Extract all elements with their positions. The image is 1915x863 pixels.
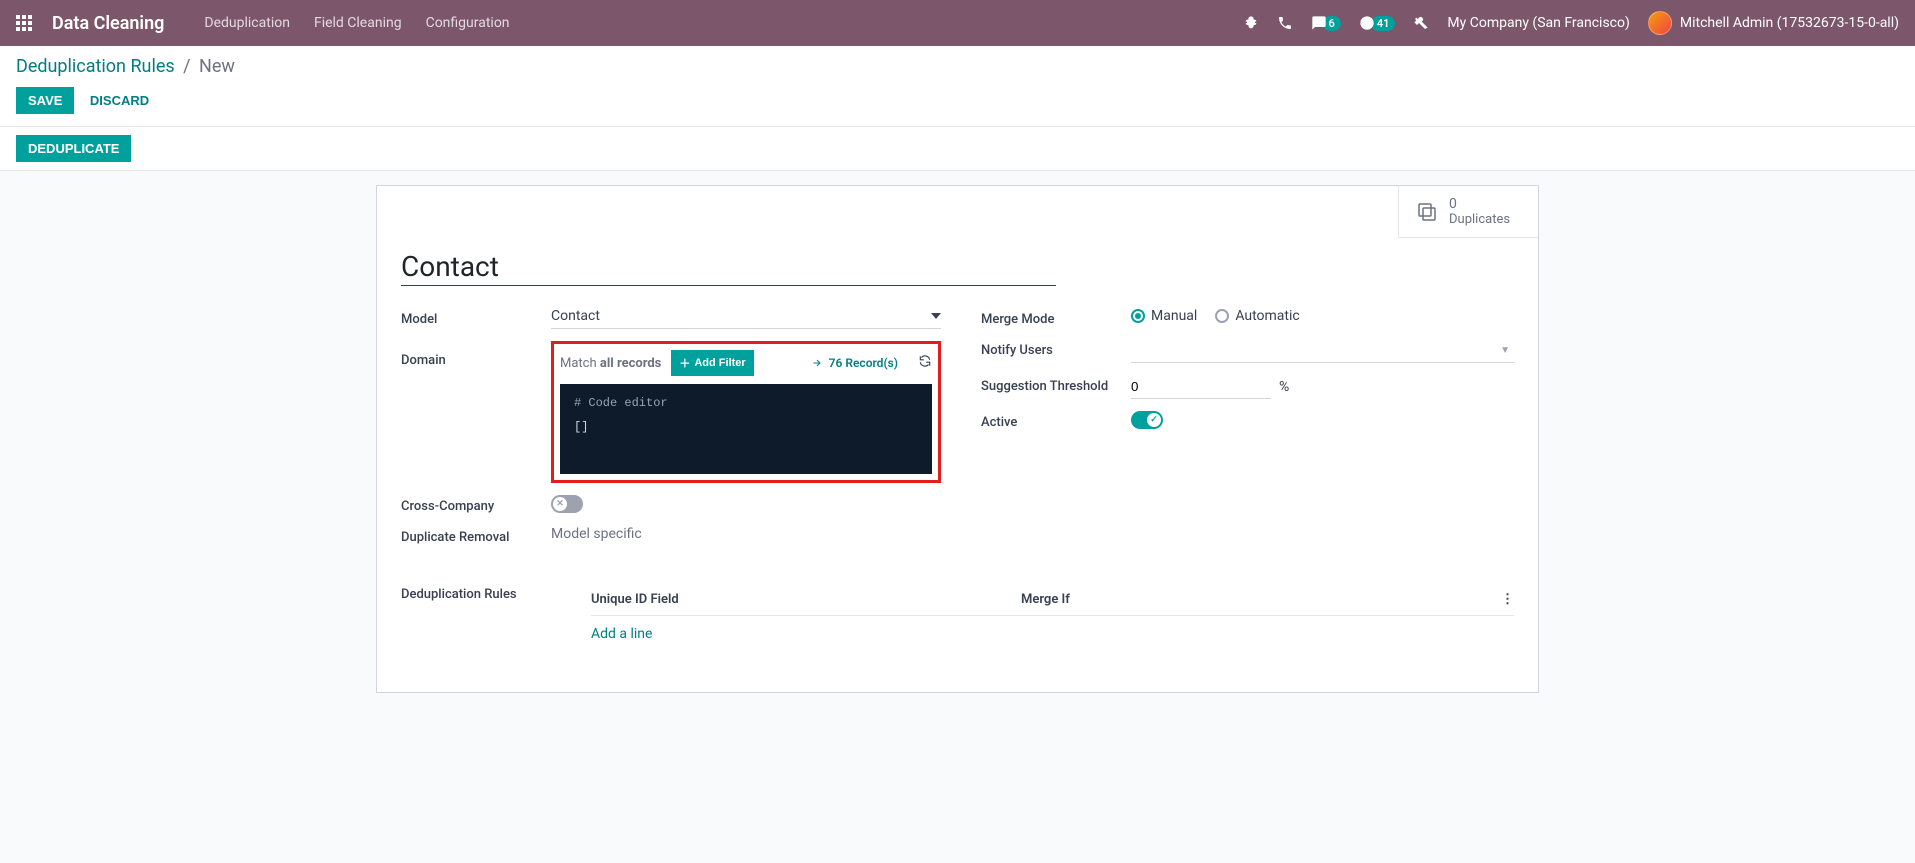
deduplicate-button[interactable]: Deduplicate (16, 135, 131, 162)
rules-table: Unique ID Field Merge If ⋮ Add a line (591, 584, 1514, 652)
breadcrumb: Deduplication Rules / New (16, 56, 1899, 77)
active-toggle[interactable]: ✓ (1131, 411, 1163, 429)
duplicates-label: Duplicates (1449, 212, 1510, 227)
stat-text: 0 Duplicates (1449, 196, 1510, 227)
copy-icon (1415, 200, 1439, 224)
model-value: Contact (551, 308, 931, 324)
model-field-row: Model Contact (401, 308, 941, 329)
record-title[interactable]: Contact (401, 250, 1056, 286)
cross-company-label: Cross-Company (401, 495, 551, 514)
form-columns: Model Contact Domain Match all r (401, 308, 1514, 557)
user-name: Mitchell Admin (17532673-15-0-all) (1680, 15, 1899, 31)
chat-icon (1311, 15, 1327, 31)
col-menu-kebab[interactable]: ⋮ (1484, 592, 1514, 607)
caret-down-icon (931, 313, 941, 319)
plus-icon: ＋ (679, 355, 690, 371)
duplicates-stat-button[interactable]: 0 Duplicates (1398, 186, 1538, 238)
model-label: Model (401, 308, 551, 327)
records-link[interactable]: 76 Record(s) (811, 356, 898, 370)
threshold-row: Suggestion Threshold % (981, 375, 1514, 399)
merge-mode-label: Merge Mode (981, 308, 1131, 327)
code-body: [] (574, 420, 918, 434)
radio-circle (1215, 309, 1229, 323)
code-comment: # Code editor (574, 396, 918, 410)
sheet-body: Contact Model Contact Doma (377, 186, 1538, 692)
app-title[interactable]: Data Cleaning (52, 13, 164, 34)
domain-label: Domain (401, 349, 551, 368)
navbar-left: Data Cleaning Deduplication Field Cleani… (16, 13, 510, 34)
breadcrumb-separator: / (183, 56, 190, 77)
col-unique-header: Unique ID Field (591, 592, 1021, 607)
right-column: Merge Mode Manual Automatic (981, 308, 1514, 557)
toggle-knob: ✕ (553, 497, 567, 511)
navbar-right: 6 41 My Company (San Francisco) Mitchell… (1243, 11, 1899, 35)
company-switcher[interactable]: My Company (San Francisco) (1447, 15, 1629, 31)
left-column: Model Contact Domain Match all r (401, 308, 941, 557)
duplicate-removal-label: Duplicate Removal (401, 526, 551, 545)
threshold-suffix: % (1279, 379, 1289, 395)
nav-item-field-cleaning[interactable]: Field Cleaning (314, 15, 402, 31)
rules-table-header: Unique ID Field Merge If ⋮ (591, 584, 1514, 616)
form-wrapper: 0 Duplicates Contact Model Contact (0, 171, 1915, 693)
tools-icon[interactable] (1413, 15, 1429, 31)
arrow-right-icon (811, 357, 823, 369)
add-line-link[interactable]: Add a line (591, 626, 652, 642)
notify-users-input[interactable] (1131, 339, 1514, 363)
control-bar: Deduplication Rules / New Save Discard (0, 46, 1915, 127)
domain-field-row: Domain Match all records ＋ Add Filter (401, 341, 941, 483)
nav-item-deduplication[interactable]: Deduplication (204, 15, 290, 31)
radio-manual[interactable]: Manual (1131, 308, 1197, 324)
clock-icon (1359, 15, 1375, 31)
phone-icon[interactable] (1277, 15, 1293, 31)
rules-table-body: Add a line (591, 616, 1514, 652)
domain-box: Match all records ＋ Add Filter 76 Record… (551, 341, 941, 483)
nav-item-configuration[interactable]: Configuration (426, 15, 510, 31)
add-filter-button[interactable]: ＋ Add Filter (671, 350, 753, 376)
nav-menu: Deduplication Field Cleaning Configurati… (204, 15, 509, 31)
bug-icon[interactable] (1243, 15, 1259, 31)
avatar (1648, 11, 1672, 35)
user-menu[interactable]: Mitchell Admin (17532673-15-0-all) (1648, 11, 1899, 35)
col-merge-header: Merge If (1021, 592, 1484, 607)
model-field[interactable]: Contact (551, 308, 941, 329)
threshold-label: Suggestion Threshold (981, 375, 1131, 394)
active-row: Active ✓ (981, 411, 1514, 430)
code-editor[interactable]: # Code editor [] (560, 384, 932, 474)
breadcrumb-current: New (199, 56, 235, 77)
apps-menu-icon[interactable] (16, 15, 32, 31)
radio-circle-checked (1131, 309, 1145, 323)
domain-summary: Match all records ＋ Add Filter 76 Record… (560, 350, 932, 376)
threshold-input[interactable] (1131, 375, 1271, 399)
domain-match-text: Match all records (560, 356, 661, 371)
merge-mode-row: Merge Mode Manual Automatic (981, 308, 1514, 327)
active-label: Active (981, 411, 1131, 430)
cross-company-row: Cross-Company ✕ (401, 495, 941, 514)
toggle-knob: ✓ (1147, 413, 1161, 427)
messages-button[interactable]: 6 (1311, 15, 1341, 31)
duplicate-removal-value: Model specific (551, 526, 642, 542)
status-bar: Deduplicate (0, 127, 1915, 171)
save-button[interactable]: Save (16, 87, 74, 114)
radio-automatic[interactable]: Automatic (1215, 308, 1299, 324)
activities-button[interactable]: 41 (1359, 15, 1396, 31)
breadcrumb-parent[interactable]: Deduplication Rules (16, 56, 175, 77)
top-navbar: Data Cleaning Deduplication Field Cleani… (0, 0, 1915, 46)
form-sheet: 0 Duplicates Contact Model Contact (376, 185, 1539, 693)
cross-company-toggle[interactable]: ✕ (551, 495, 583, 513)
refresh-icon[interactable] (918, 354, 932, 372)
discard-button[interactable]: Discard (78, 87, 161, 114)
duplicates-count: 0 (1449, 196, 1510, 212)
notify-users-label: Notify Users (981, 339, 1131, 358)
notify-users-row: Notify Users ▼ (981, 339, 1514, 363)
duplicate-removal-row: Duplicate Removal Model specific (401, 526, 941, 545)
merge-mode-radios: Manual Automatic (1131, 308, 1300, 324)
caret-down-icon: ▼ (1500, 345, 1510, 356)
